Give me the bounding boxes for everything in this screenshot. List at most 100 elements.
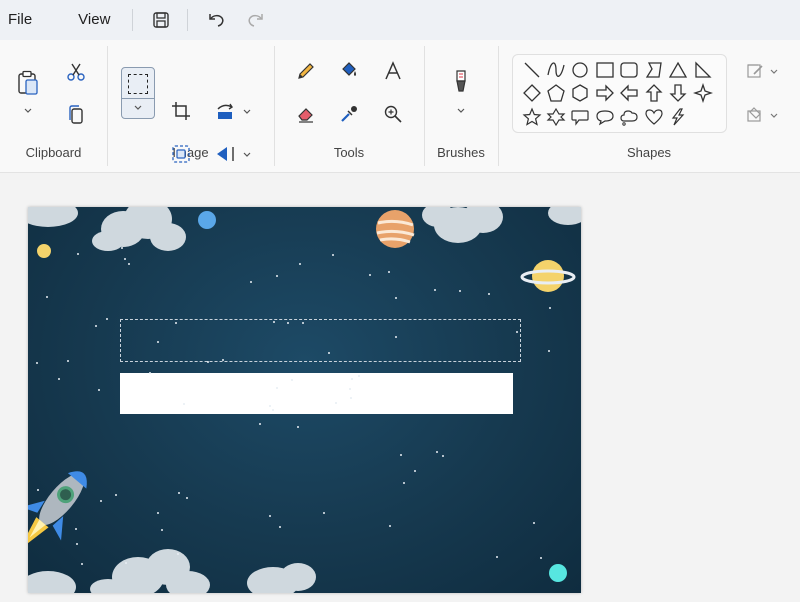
- star: [259, 423, 261, 425]
- menu-bar: File View: [0, 0, 800, 40]
- pentagon-shape-icon[interactable]: [546, 83, 566, 103]
- down-arrow-shape-icon[interactable]: [668, 83, 688, 103]
- five-point-star-shape-icon[interactable]: [522, 107, 542, 127]
- right-arrow-shape-icon[interactable]: [595, 83, 615, 103]
- four-point-star-shape-icon[interactable]: [693, 83, 713, 103]
- star: [395, 336, 397, 338]
- polygon-shape-icon[interactable]: [644, 60, 664, 80]
- undo-icon[interactable]: [202, 6, 230, 34]
- star: [121, 247, 123, 249]
- menu-view[interactable]: View: [70, 0, 118, 40]
- rotate-icon[interactable]: [210, 96, 240, 126]
- select-button[interactable]: [121, 67, 155, 119]
- selection-rectangle[interactable]: [120, 319, 521, 362]
- menu-file[interactable]: File: [0, 0, 40, 40]
- star: [273, 321, 275, 323]
- work-area[interactable]: [0, 173, 800, 602]
- rectangular-callout-shape-icon[interactable]: [570, 107, 590, 127]
- cut-icon[interactable]: [61, 57, 91, 87]
- star: [175, 322, 177, 324]
- menu-separator: [187, 9, 189, 31]
- select-icon: [128, 74, 148, 94]
- up-arrow-shape-icon[interactable]: [644, 83, 664, 103]
- star: [540, 557, 542, 559]
- copy-icon[interactable]: [61, 100, 91, 130]
- chevron-down-icon[interactable]: [23, 106, 33, 116]
- star: [149, 372, 151, 374]
- image-ai-icon[interactable]: [166, 139, 196, 169]
- text-box[interactable]: [120, 373, 513, 414]
- star: [291, 379, 293, 381]
- diamond-shape-icon[interactable]: [522, 83, 542, 103]
- magnifier-icon[interactable]: [378, 99, 408, 129]
- shapes-gallery: [512, 54, 727, 133]
- paste-icon[interactable]: [13, 68, 43, 98]
- text-icon[interactable]: [378, 56, 408, 86]
- rounded-rectangle-shape-icon[interactable]: [619, 60, 639, 80]
- pencil-icon[interactable]: [291, 56, 321, 86]
- star: [77, 253, 79, 255]
- curve-shape-icon[interactable]: [546, 60, 566, 80]
- star: [297, 426, 299, 428]
- brush-icon[interactable]: [446, 67, 476, 97]
- star: [183, 403, 185, 405]
- star: [269, 405, 271, 407]
- chevron-down-icon[interactable]: [769, 111, 779, 121]
- outline-icon[interactable]: [740, 56, 770, 86]
- shapes-label: Shapes: [626, 145, 672, 160]
- star: [207, 361, 209, 363]
- chevron-down-icon[interactable]: [242, 107, 252, 117]
- star: [124, 258, 126, 260]
- chevron-down-icon[interactable]: [133, 103, 143, 113]
- cloud-callout-shape-icon[interactable]: [619, 107, 639, 127]
- star: [157, 512, 159, 514]
- line-shape-icon[interactable]: [522, 60, 542, 80]
- flip-icon[interactable]: [210, 139, 240, 169]
- star: [302, 322, 304, 324]
- brushes-label: Brushes: [437, 145, 485, 160]
- menu-separator: [132, 9, 134, 31]
- star: [488, 293, 490, 295]
- rocket: [28, 471, 87, 550]
- heart-shape-icon[interactable]: [644, 107, 664, 127]
- ringed-planet: [532, 260, 564, 292]
- star: [395, 297, 397, 299]
- star: [516, 331, 518, 333]
- rectangle-shape-icon[interactable]: [595, 60, 615, 80]
- star: [125, 562, 127, 564]
- star: [276, 387, 278, 389]
- star: [533, 522, 535, 524]
- star: [388, 271, 390, 273]
- fill-icon[interactable]: [334, 56, 364, 86]
- crop-icon[interactable]: [166, 96, 196, 126]
- oval-shape-icon[interactable]: [570, 60, 590, 80]
- eraser-icon[interactable]: [291, 99, 321, 129]
- lightning-shape-icon[interactable]: [668, 107, 688, 127]
- right-triangle-shape-icon[interactable]: [693, 60, 713, 80]
- save-icon[interactable]: [147, 6, 175, 34]
- six-point-star-shape-icon[interactable]: [546, 107, 566, 127]
- cyan-planet: [549, 564, 567, 582]
- triangle-shape-icon[interactable]: [668, 60, 688, 80]
- chevron-down-icon[interactable]: [769, 67, 779, 77]
- star: [67, 360, 69, 362]
- oval-callout-shape-icon[interactable]: [595, 107, 615, 127]
- chevron-down-icon[interactable]: [456, 106, 466, 116]
- redo-icon[interactable]: [242, 6, 270, 34]
- star: [178, 492, 180, 494]
- star: [389, 525, 391, 527]
- star: [400, 454, 402, 456]
- star: [459, 290, 461, 292]
- star: [177, 553, 179, 555]
- drawing-canvas[interactable]: [28, 207, 581, 593]
- shape-fill-icon[interactable]: [740, 100, 770, 130]
- hexagon-shape-icon[interactable]: [570, 83, 590, 103]
- select-divider: [122, 98, 154, 99]
- left-arrow-shape-icon[interactable]: [619, 83, 639, 103]
- star: [161, 529, 163, 531]
- star: [272, 409, 274, 411]
- star: [222, 359, 224, 361]
- chevron-down-icon[interactable]: [242, 150, 252, 160]
- top-clouds: [28, 207, 581, 251]
- color-picker-icon[interactable]: [334, 99, 364, 129]
